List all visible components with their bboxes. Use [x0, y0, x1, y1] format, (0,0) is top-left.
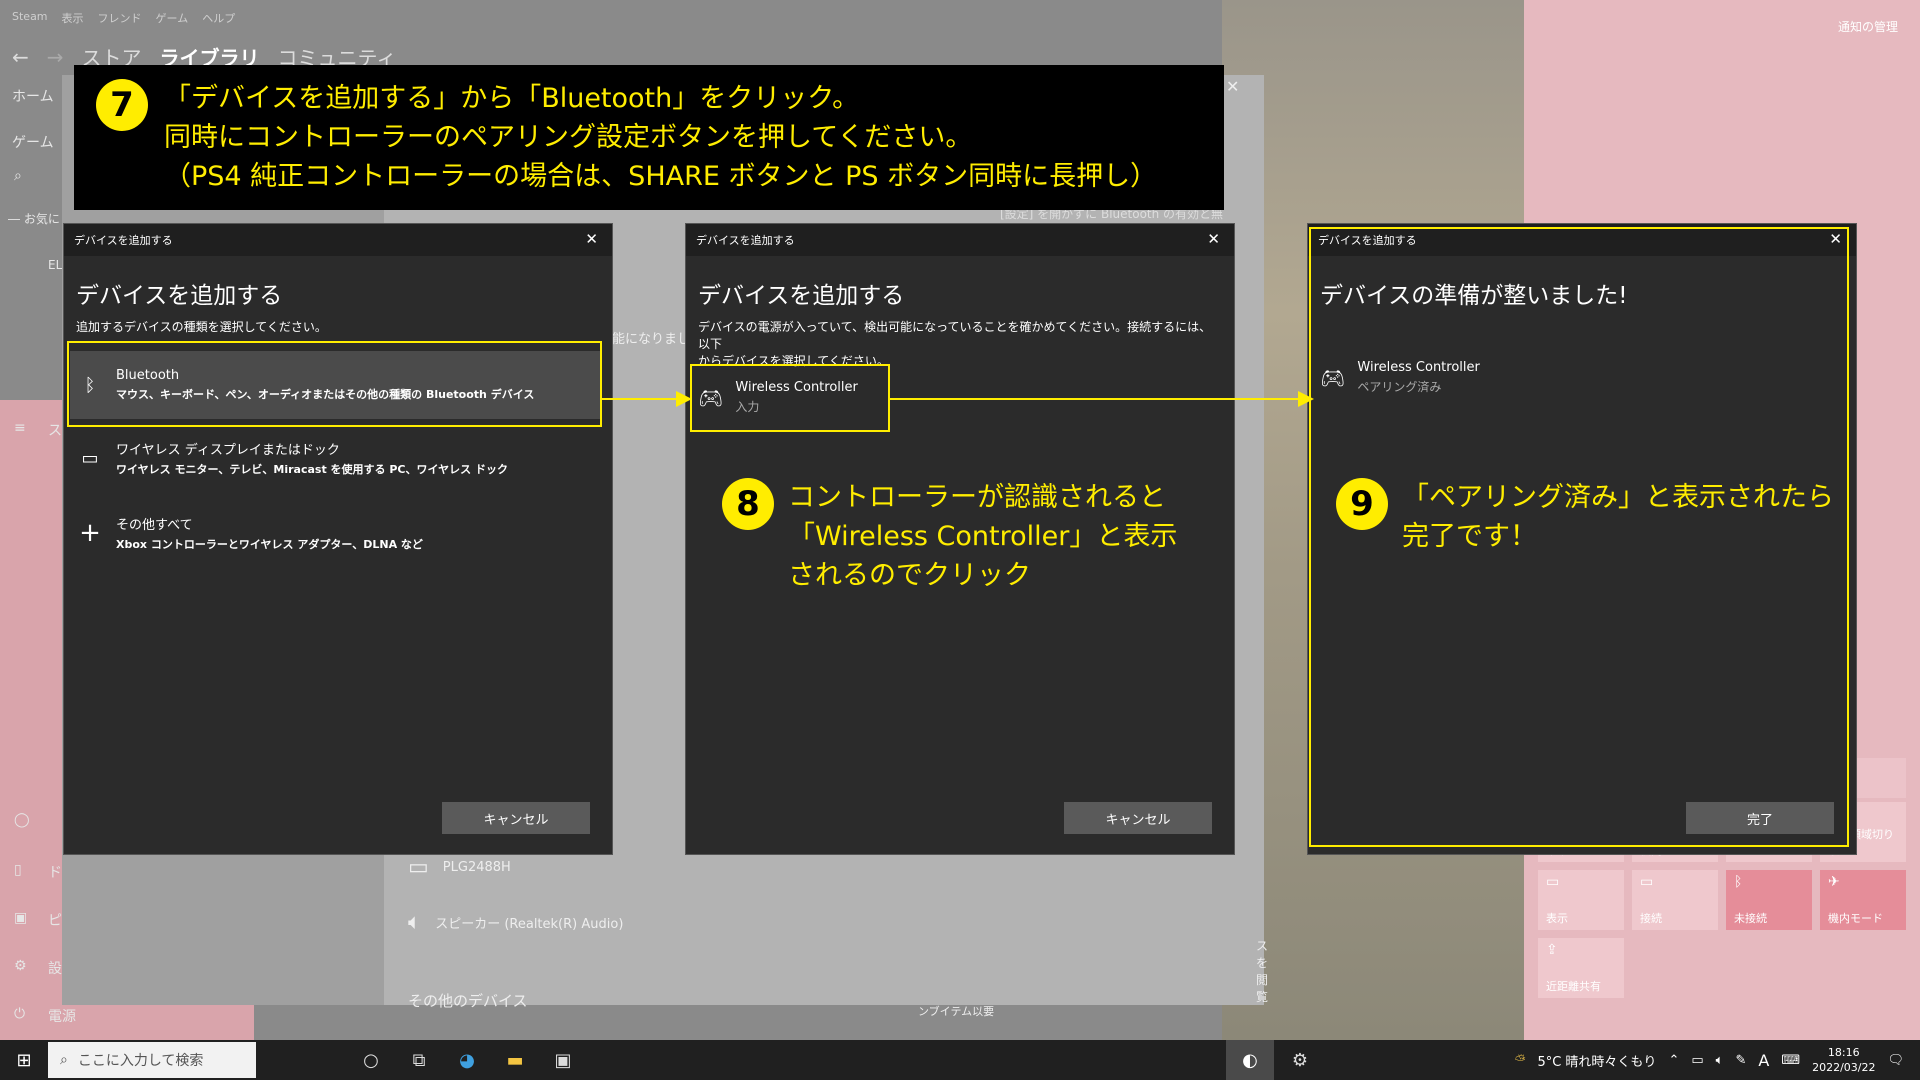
- callout-text: 「ペアリング済み」と表示されたら 完了です！: [1402, 482, 1834, 552]
- quick-action-connect[interactable]: ▭ 接続: [1632, 870, 1718, 930]
- steam-side-game[interactable]: EL: [48, 258, 62, 272]
- explorer-icon[interactable]: ▬: [500, 1050, 530, 1071]
- highlight-bluetooth-option: [67, 341, 602, 427]
- settings-side-item[interactable]: 設: [48, 958, 62, 978]
- quick-action-bluetooth[interactable]: ᛒ 未接続: [1726, 870, 1812, 930]
- bluetooth-icon: ᛒ: [1734, 874, 1743, 890]
- callout-text: コントローラーが認識されると 「Wireless Controller」と表示 …: [788, 482, 1178, 591]
- menu-friends[interactable]: フレンド: [98, 10, 142, 26]
- picture-icon[interactable]: ▣: [14, 910, 27, 926]
- airplane-icon: ✈: [1828, 874, 1840, 890]
- steam-taskbar-icon[interactable]: ◐: [1226, 1040, 1274, 1080]
- dialog-titlebar: デバイスを追加する: [64, 224, 612, 256]
- weather-text[interactable]: 5°C 晴れ時々くもり: [1537, 1051, 1656, 1070]
- plus-icon: +: [79, 518, 101, 548]
- cancel-button[interactable]: キャンセル: [1064, 802, 1212, 834]
- dialog-instruction: 追加するデバイスの種類を選択してください。: [76, 320, 327, 334]
- share-icon: ⇪: [1546, 942, 1558, 958]
- taskbar-search-input[interactable]: ⌕ ここに入力して検索: [48, 1042, 256, 1078]
- quick-action-display[interactable]: ▭ 表示: [1538, 870, 1624, 930]
- bg-partial-text: スを閲覧: [1256, 939, 1269, 1004]
- pen-icon[interactable]: ✎: [1735, 1053, 1746, 1068]
- settings-taskbar-icon[interactable]: ⚙: [1280, 1040, 1320, 1080]
- option-wireless-display[interactable]: ▭ ワイヤレス ディスプレイまたはドック ワイヤレス モニター、テレビ、Mira…: [70, 424, 600, 492]
- keyboard-icon[interactable]: ⌨: [1781, 1053, 1800, 1068]
- gear-icon[interactable]: ⚙: [14, 958, 27, 974]
- account-icon[interactable]: ◯: [14, 812, 30, 828]
- menu-icon[interactable]: ≡: [14, 420, 26, 436]
- task-view-icon[interactable]: ⧉: [404, 1050, 434, 1071]
- edge-icon[interactable]: ◕: [452, 1050, 482, 1071]
- menu-help[interactable]: ヘルプ: [202, 10, 235, 26]
- step-number-badge: 8: [722, 478, 774, 530]
- menu-view[interactable]: 表示: [62, 10, 84, 26]
- steam-menubar: Steam 表示 フレンド ゲーム ヘルプ: [12, 10, 235, 26]
- steam-side-favorites[interactable]: ― お気に: [8, 210, 60, 227]
- taskbar: ⊞ ⌕ ここに入力して検索 ○ ⧉ ◕ ▬ ▣ ◐ ⚙ ⛅︎ 5°C 晴れ時々く…: [0, 1040, 1920, 1080]
- instruction-banner: 7 「デバイスを追加する」から「Bluetooth」をクリック。 同時にコントロ…: [74, 65, 1224, 210]
- steam-side-games[interactable]: ゲーム: [12, 132, 54, 152]
- steam-side-home[interactable]: ホーム: [12, 86, 54, 106]
- step-number-badge: 9: [1336, 478, 1388, 530]
- cortana-icon[interactable]: ○: [356, 1050, 386, 1071]
- callout-step-9: 9 「ペアリング済み」と表示されたら 完了です！: [1336, 478, 1834, 556]
- dialog-instruction: デバイスの電源が入っていて、検出可能になっていることを確かめてください。接続する…: [698, 320, 1212, 368]
- dialog-heading: デバイスを追加する: [698, 283, 905, 309]
- manage-notifications-link[interactable]: 通知の管理: [1838, 18, 1898, 35]
- notification-icon[interactable]: 🗨︎: [1887, 1053, 1904, 1068]
- arrow-to-step-9: [890, 398, 1300, 400]
- volume-icon[interactable]: 🔈︎: [1716, 1053, 1724, 1068]
- device-speaker[interactable]: 🔈︎ スピーカー (Realtek(R) Audio): [408, 910, 623, 935]
- back-arrow-icon[interactable]: ←: [12, 45, 29, 69]
- weather-icon[interactable]: ⛅︎: [1515, 1053, 1525, 1068]
- ime-indicator[interactable]: A: [1758, 1051, 1769, 1070]
- bg-partial-text: ンブイテム以要: [918, 1005, 995, 1018]
- dialog-titlebar: デバイスを追加する: [686, 224, 1234, 256]
- chevron-up-icon[interactable]: ⌃: [1668, 1053, 1679, 1068]
- windows-start-icon[interactable]: ⊞: [0, 1040, 48, 1080]
- close-icon[interactable]: ✕: [1207, 230, 1220, 248]
- step-number-badge: 7: [96, 79, 148, 131]
- system-tray: ⛅︎ 5°C 晴れ時々くもり ⌃ ▭ 🔈︎ ✎ A ⌨ 18:16 2022/0…: [1515, 1040, 1920, 1080]
- display-icon: ▭: [1546, 874, 1560, 890]
- search-icon: ⌕: [60, 1052, 68, 1068]
- settings-side-power[interactable]: 電源: [48, 1006, 76, 1026]
- store-icon[interactable]: ▣: [548, 1050, 578, 1071]
- search-icon[interactable]: ⌕: [14, 168, 22, 184]
- callout-step-8: 8 コントローラーが認識されると 「Wireless Controller」と表…: [722, 478, 1177, 595]
- connect-icon: ▭: [1640, 874, 1654, 890]
- document-icon[interactable]: ▯: [14, 862, 22, 878]
- monitor-icon: ▭: [81, 447, 99, 469]
- arrow-to-step-8: [602, 398, 678, 400]
- settings-side-item[interactable]: ピ: [48, 910, 62, 930]
- device-monitor[interactable]: ▭ PLG2488H: [408, 855, 511, 880]
- power-icon[interactable]: ⏻: [14, 1006, 25, 1022]
- taskbar-apps: ○ ⧉ ◕ ▬ ▣: [356, 1050, 578, 1071]
- menu-games[interactable]: ゲーム: [156, 10, 189, 26]
- cancel-button[interactable]: キャンセル: [442, 802, 590, 834]
- settings-side-item[interactable]: ス: [48, 420, 62, 440]
- monitor-icon: ▭: [408, 855, 429, 880]
- quick-action-airplane[interactable]: ✈ 機内モード: [1820, 870, 1906, 930]
- settings-side-item[interactable]: ド: [48, 862, 62, 882]
- speaker-icon: 🔈︎: [408, 910, 422, 935]
- other-devices-heading: その他のデバイス: [408, 992, 528, 1010]
- close-icon[interactable]: ✕: [1226, 77, 1239, 96]
- instruction-text: 「デバイスを追加する」から「Bluetooth」をクリック。 同時にコントローラ…: [164, 83, 1158, 192]
- close-icon[interactable]: ✕: [585, 230, 598, 248]
- option-everything-else[interactable]: + その他すべて Xbox コントローラーとワイヤレス アダプター、DLNA な…: [70, 499, 600, 567]
- bg-partial-text: 能になりまし: [612, 332, 691, 347]
- highlight-wireless-controller: [690, 364, 890, 432]
- add-device-dialog-1: デバイスを追加する ✕ デバイスを追加する 追加するデバイスの種類を選択してくだ…: [63, 223, 613, 855]
- forward-arrow-icon[interactable]: →: [47, 45, 64, 69]
- network-icon[interactable]: ▭: [1691, 1053, 1703, 1068]
- menu-steam[interactable]: Steam: [12, 10, 48, 26]
- dialog-heading: デバイスを追加する: [76, 283, 283, 309]
- taskbar-clock[interactable]: 18:16 2022/03/22: [1812, 1045, 1875, 1075]
- quick-action-share[interactable]: ⇪ 近距離共有: [1538, 938, 1624, 998]
